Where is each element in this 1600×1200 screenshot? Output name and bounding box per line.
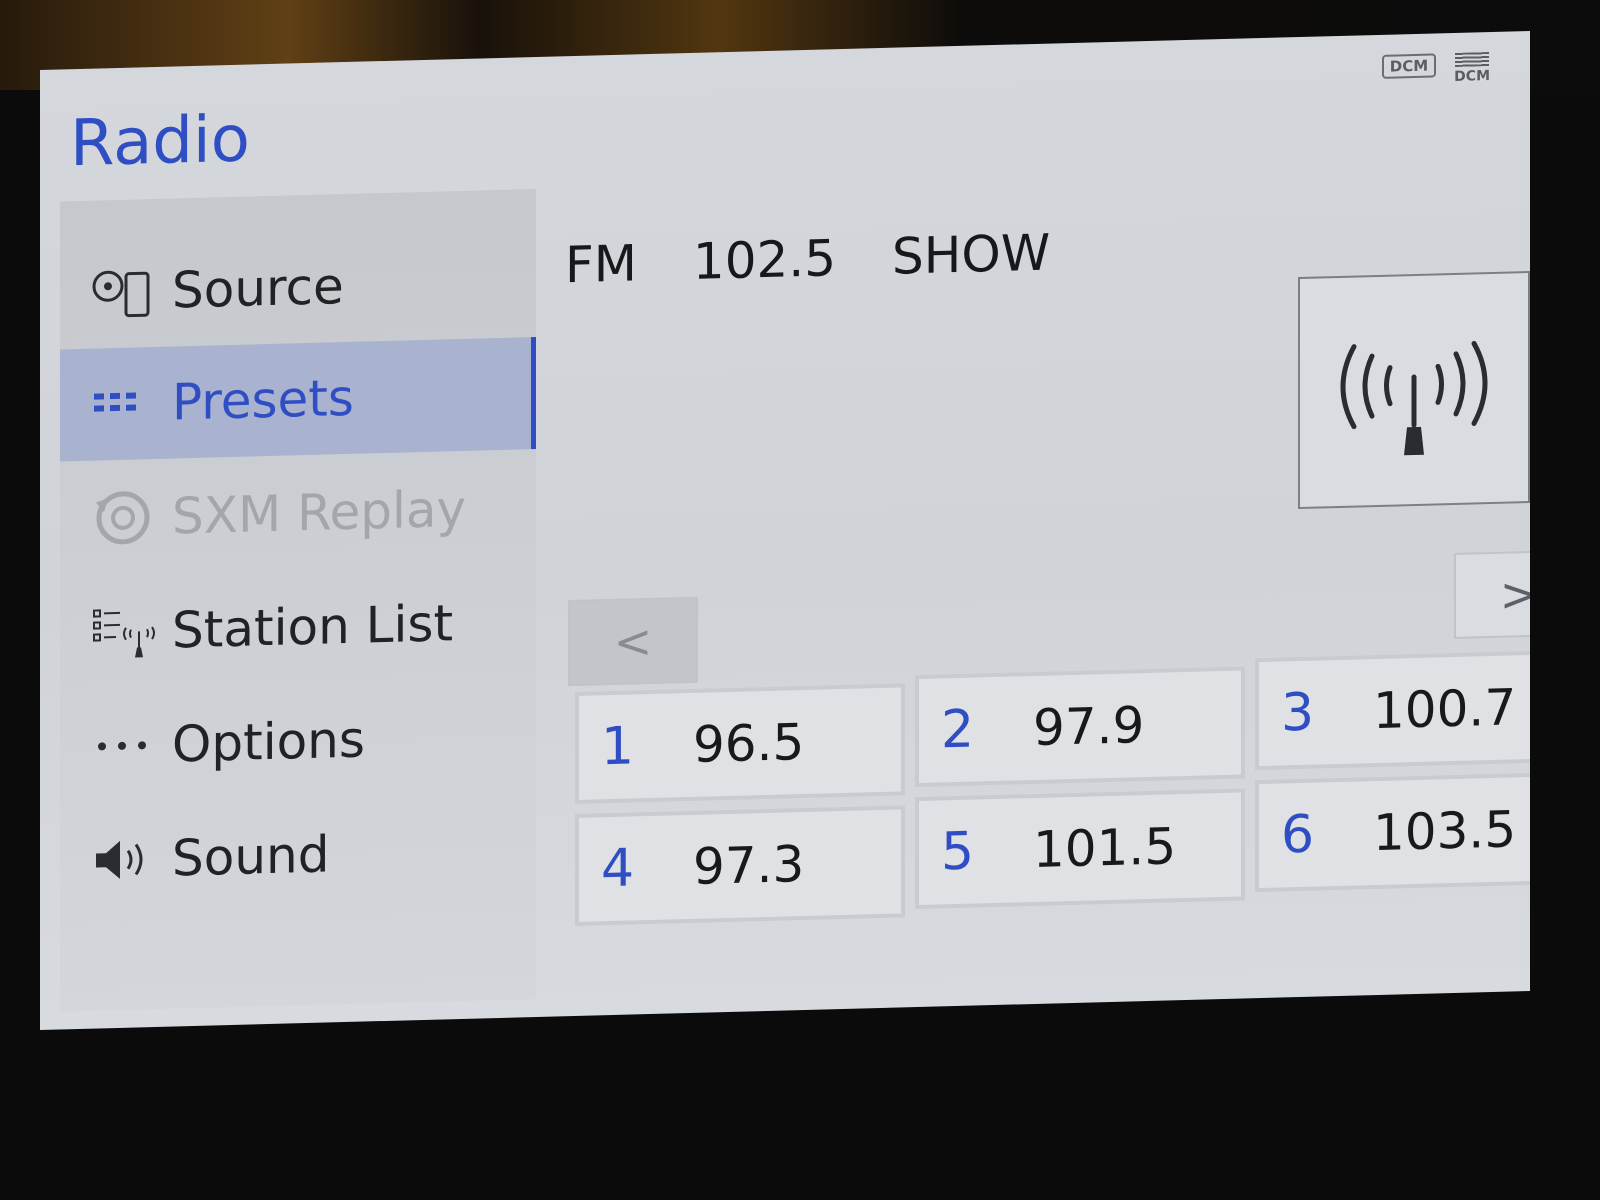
preset-number: 6	[1281, 804, 1315, 866]
sidebar-item-label: SXM Replay	[172, 479, 467, 546]
station-name: SHOW	[892, 223, 1051, 286]
preset-number: 1	[601, 716, 635, 778]
sidebar-item-presets[interactable]: Presets	[60, 337, 536, 462]
sidebar-menu: Source Presets SXM Replay Station List O…	[60, 189, 536, 1012]
sidebar-item-station-list[interactable]: Station List	[60, 565, 536, 689]
radio-screen: Radio DCM DCM Source Presets SXM Replay …	[40, 30, 1530, 1031]
sidebar-item-source[interactable]: Source	[60, 225, 536, 349]
station-art	[1298, 270, 1530, 510]
preset-frequency: 97.3	[693, 834, 805, 896]
preset-frequency: 97.9	[1033, 696, 1145, 757]
options-icon	[90, 715, 160, 777]
preset-number: 3	[1281, 682, 1315, 744]
preset-grid: 1 96.5 2 97.9 3 100.7 4 97.3 5 101.5 6 1…	[575, 649, 1530, 952]
page-title: Radio	[70, 102, 250, 182]
sidebar-item-label: Source	[172, 257, 344, 320]
source-icon	[90, 261, 160, 323]
preset-frequency: 96.5	[693, 712, 805, 774]
previous-page-button[interactable]: <	[568, 596, 698, 687]
preset-button-2[interactable]: 2 97.9	[915, 666, 1245, 788]
preset-button-1[interactable]: 1 96.5	[575, 683, 905, 804]
band-label: FM	[565, 234, 637, 295]
signal-bars	[1455, 52, 1490, 67]
dcm-signal-icon: DCM	[1454, 52, 1490, 85]
sidebar-item-label: Sound	[172, 825, 330, 888]
sidebar-item-label: Options	[172, 710, 365, 774]
preset-number: 2	[941, 699, 975, 761]
next-page-button[interactable]: >	[1454, 549, 1530, 639]
now-playing-info: FM 102.5 SHOW	[565, 222, 1106, 295]
preset-frequency: 101.5	[1033, 817, 1177, 879]
preset-frequency: 103.5	[1373, 800, 1517, 863]
preset-button-5[interactable]: 5 101.5	[915, 788, 1245, 910]
preset-number: 4	[601, 838, 635, 900]
preset-button-3[interactable]: 3 100.7	[1255, 649, 1530, 771]
replay-icon	[90, 487, 160, 549]
dcm-signal-label: DCM	[1454, 68, 1490, 85]
preset-button-6[interactable]: 6 103.5	[1255, 771, 1530, 893]
preset-button-4[interactable]: 4 97.3	[575, 805, 905, 926]
preset-frequency: 100.7	[1373, 678, 1517, 741]
station-list-icon	[90, 601, 160, 663]
broadcast-antenna-icon	[1340, 340, 1488, 456]
preset-number: 5	[941, 821, 975, 883]
speaker-icon	[90, 829, 160, 891]
sidebar-item-sound[interactable]: Sound	[60, 793, 536, 917]
sidebar-item-label: Station List	[172, 594, 454, 660]
sidebar-item-sxm-replay[interactable]: SXM Replay	[60, 451, 536, 575]
sidebar-item-label: Presets	[172, 368, 354, 432]
current-frequency: 102.5	[692, 229, 837, 291]
status-area: DCM DCM	[1381, 52, 1490, 87]
sidebar-item-options[interactable]: Options	[60, 679, 536, 803]
presets-icon	[90, 373, 160, 435]
dcm-status-icon: DCM	[1381, 53, 1437, 79]
